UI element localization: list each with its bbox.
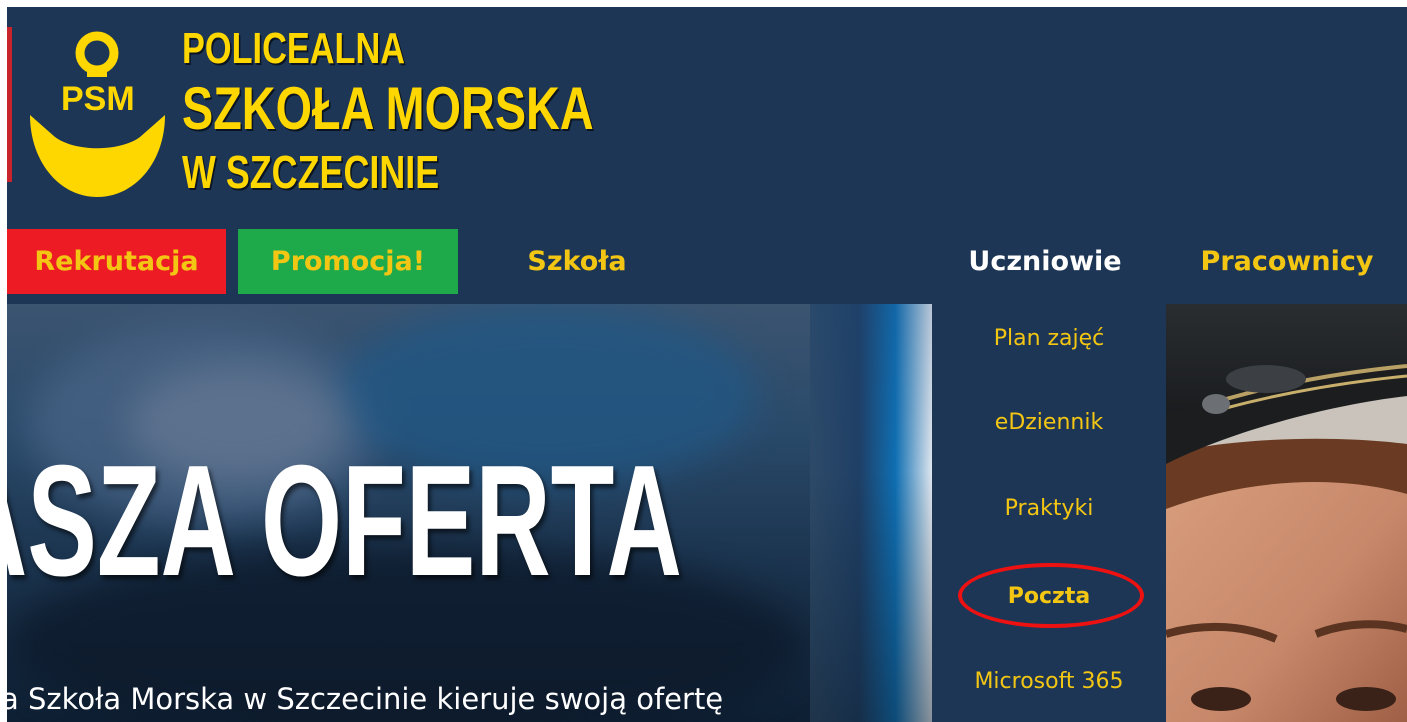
slider-image-strip (810, 304, 932, 722)
logo-line-3: W SZCZECINIE (182, 146, 440, 198)
menu-item-edziennik[interactable]: eDziennik (932, 410, 1166, 435)
page-frame: PSM POLICEALNA SZKOŁA MORSKA W SZCZECINI… (7, 7, 1407, 722)
logo-line-1: POLICEALNA (182, 24, 406, 73)
menu-item-poczta[interactable]: Poczta (932, 584, 1166, 609)
menu-item-plan-zajec[interactable]: Plan zajęć (932, 326, 1166, 351)
school-logo[interactable]: PSM (25, 27, 175, 197)
red-edge-strip (7, 27, 12, 182)
student-photo (1166, 304, 1407, 722)
logo-wordmark[interactable]: POLICEALNA SZKOŁA MORSKA W SZCZECINIE (182, 24, 710, 198)
hero-subtitle: a Szkoła Morska w Szczecinie kieruje swo… (7, 682, 724, 716)
uczniowie-dropdown-menu: Plan zajęć eDziennik Praktyki Poczta Mic… (932, 304, 1166, 722)
menu-item-microsoft-365[interactable]: Microsoft 365 (932, 669, 1166, 694)
nav-item-szkola[interactable]: Szkoła (517, 229, 637, 294)
nav-item-promocja[interactable]: Promocja! (238, 229, 458, 294)
hero-title: ASZA OFERTA (7, 433, 682, 609)
nav-item-uczniowie[interactable]: Uczniowie (965, 229, 1125, 294)
nav-item-pracownicy[interactable]: Pracownicy (1187, 229, 1387, 294)
nav-item-rekrutacja[interactable]: Rekrutacja (7, 229, 226, 294)
hero-banner[interactable]: ASZA OFERTA a Szkoła Morska w Szczecinie… (7, 304, 810, 722)
logo-badge-text: PSM (61, 80, 135, 118)
menu-item-praktyki[interactable]: Praktyki (932, 496, 1166, 521)
logo-line-2: SZKOŁA MORSKA (182, 75, 594, 142)
